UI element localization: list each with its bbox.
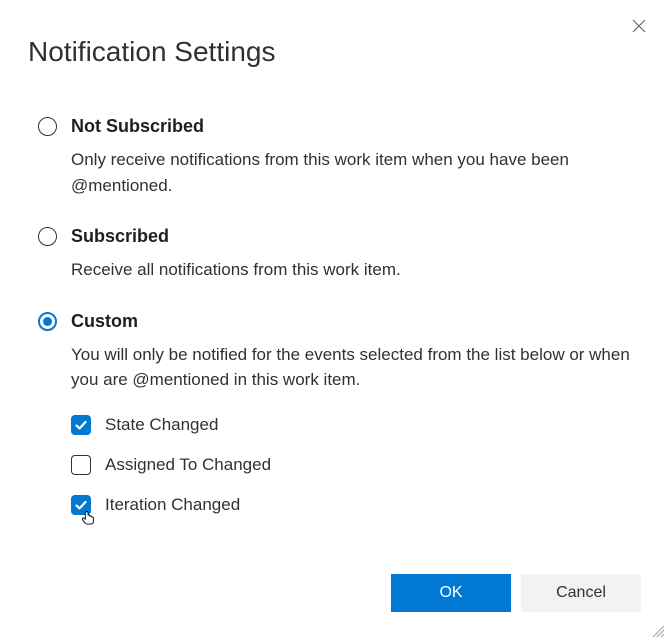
- options-group: Not Subscribed Only receive notification…: [28, 116, 641, 515]
- radio-subscribed[interactable]: [38, 227, 57, 246]
- option-not-subscribed-header[interactable]: Not Subscribed: [38, 116, 641, 137]
- radio-custom[interactable]: [38, 312, 57, 331]
- option-subscribed: Subscribed Receive all notifications fro…: [38, 226, 641, 283]
- check-state-changed-label: State Changed: [105, 415, 218, 435]
- option-custom: Custom You will only be notified for the…: [38, 311, 641, 515]
- option-custom-label: Custom: [71, 311, 138, 332]
- check-icon: [74, 498, 88, 512]
- option-custom-desc: You will only be notified for the events…: [71, 342, 641, 393]
- option-custom-header[interactable]: Custom: [38, 311, 641, 332]
- check-iteration-changed[interactable]: Iteration Changed: [71, 495, 641, 515]
- check-iteration-changed-label: Iteration Changed: [105, 495, 240, 515]
- dialog-footer: OK Cancel: [391, 574, 641, 612]
- option-subscribed-header[interactable]: Subscribed: [38, 226, 641, 247]
- close-button[interactable]: [627, 14, 651, 38]
- option-subscribed-label: Subscribed: [71, 226, 169, 247]
- checkbox-iteration-changed[interactable]: [71, 495, 91, 515]
- option-not-subscribed-label: Not Subscribed: [71, 116, 204, 137]
- checkbox-assigned-to-changed[interactable]: [71, 455, 91, 475]
- ok-button[interactable]: OK: [391, 574, 511, 612]
- dialog-title: Notification Settings: [28, 36, 641, 68]
- check-assigned-to-changed-label: Assigned To Changed: [105, 455, 271, 475]
- check-assigned-to-changed[interactable]: Assigned To Changed: [71, 455, 641, 475]
- check-state-changed[interactable]: State Changed: [71, 415, 641, 435]
- check-icon: [74, 418, 88, 432]
- option-not-subscribed-desc: Only receive notifications from this wor…: [71, 147, 641, 198]
- option-not-subscribed: Not Subscribed Only receive notification…: [38, 116, 641, 198]
- close-icon: [632, 19, 646, 33]
- resize-grip-icon[interactable]: [651, 624, 665, 638]
- option-subscribed-desc: Receive all notifications from this work…: [71, 257, 641, 283]
- radio-not-subscribed[interactable]: [38, 117, 57, 136]
- custom-checks: State Changed Assigned To Changed Iterat…: [71, 415, 641, 515]
- notification-settings-dialog: Notification Settings Not Subscribed Onl…: [0, 0, 669, 642]
- checkbox-state-changed[interactable]: [71, 415, 91, 435]
- cancel-button[interactable]: Cancel: [521, 574, 641, 612]
